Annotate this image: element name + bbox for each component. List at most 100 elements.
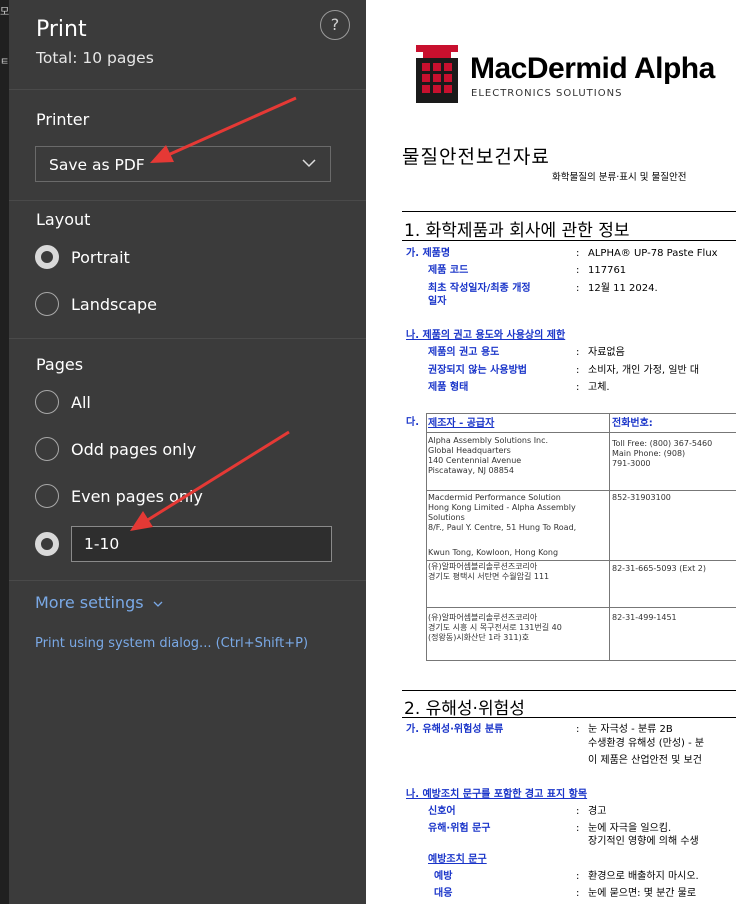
colon: :	[576, 888, 580, 899]
colon: :	[576, 724, 580, 735]
colon: :	[576, 283, 580, 294]
value-hazard-class: 수생환경 유해성 (만성) - 분	[588, 738, 705, 749]
label-prevention: 예방	[434, 871, 453, 882]
pages-section-label: Pages	[36, 355, 84, 374]
radio-unselected[interactable]	[35, 390, 59, 414]
brand-name: MacDermid Alpha	[470, 52, 715, 85]
pages-option-label: Even pages only	[71, 487, 203, 506]
more-settings-label: More settings	[35, 593, 144, 612]
value-non-recommended-use: 소비자, 개인 가정, 일반 대	[588, 365, 700, 376]
table-cell: (유)알파어셈블리솔루션즈코리아	[428, 562, 538, 571]
pages-option-label: Odd pages only	[71, 440, 197, 459]
value-date: 12월 11 2024.	[588, 283, 658, 294]
printer-select[interactable]: Save as PDF	[35, 146, 331, 182]
value-product-name: ALPHA® UP-78 Paste Flux	[588, 248, 718, 259]
table-header-phone: 전화번호:	[612, 418, 653, 429]
table-cell: 8/F., Paul Y. Centre, 51 Hung To Road,	[428, 523, 577, 532]
divider	[9, 580, 366, 581]
section-rule	[402, 211, 736, 212]
label-recommended-use: 제품의 권고 용도	[428, 347, 500, 358]
macdermid-logo-icon	[416, 45, 458, 103]
table-divider	[427, 432, 736, 433]
table-cell: 852-31903100	[612, 493, 671, 502]
label-recommended-use-heading: 나. 제품의 권고 용도와 사용상의 제한	[406, 330, 566, 341]
print-settings-panel: Print Total: 10 pages ? Printer Save as …	[9, 0, 366, 904]
help-button[interactable]: ?	[320, 10, 350, 40]
colon: :	[576, 248, 580, 259]
printer-section-label: Printer	[36, 110, 90, 129]
radio-unselected[interactable]	[35, 484, 59, 508]
divider	[9, 89, 366, 90]
table-divider	[427, 560, 736, 561]
chevron-down-icon	[302, 159, 316, 168]
section-rule	[402, 690, 736, 691]
radio-selected[interactable]	[35, 532, 59, 556]
colon: :	[576, 871, 580, 882]
layout-option-label: Landscape	[71, 295, 157, 314]
table-cell: Main Phone: (908)	[612, 449, 686, 458]
table-cell: Macdermid Performance Solution	[428, 493, 561, 502]
table-cell: 791-3000	[612, 459, 651, 468]
edge-glyph: ㅌ	[0, 57, 10, 68]
table-cell: Alpha Assembly Solutions Inc.	[428, 436, 549, 445]
colon: :	[576, 347, 580, 358]
label-date: 최초 작성일자/최종 개정	[428, 283, 531, 294]
system-dialog-link[interactable]: Print using system dialog... (Ctrl+Shift…	[35, 636, 308, 651]
document-title: 물질안전보건자료	[402, 146, 550, 168]
page-range-field[interactable]	[71, 526, 332, 562]
colon: :	[576, 823, 580, 834]
table-cell: Piscataway, NJ 08854	[428, 466, 514, 475]
label-precautionary: 예방조치 문구	[428, 854, 487, 865]
print-title: Print	[36, 17, 87, 42]
value-hazard-statement: 눈에 자극을 일으킴.	[588, 823, 672, 834]
label-response: 대응	[434, 888, 453, 899]
label-warning-heading: 나. 예방조치 문구를 포함한 경고 표지 항목	[406, 789, 588, 800]
page-range-input[interactable]	[84, 535, 314, 553]
more-settings-link[interactable]: More settings	[35, 593, 163, 612]
radio-unselected[interactable]	[35, 437, 59, 461]
value-prevention: 환경으로 배출하지 마시오.	[588, 871, 699, 882]
table-cell: Global Headquarters	[428, 446, 511, 455]
colon: :	[576, 365, 580, 376]
divider	[9, 200, 366, 201]
table-divider	[427, 490, 736, 491]
value-recommended-use: 자료없음	[588, 347, 625, 358]
value-product-form: 고체.	[588, 382, 610, 393]
edge-glyph: 모	[0, 7, 10, 18]
label-date-cont: 일자	[428, 296, 447, 307]
document-subtitle: 화학물질의 분류·표시 및 물질안전	[552, 172, 687, 183]
section-1-heading: 1. 화학제품과 회사에 관한 정보	[404, 221, 630, 241]
table-cell: (정왕동)시화산단 1라 311)호	[428, 633, 530, 642]
table-header-supplier: 제조자 - 공급자	[428, 418, 495, 429]
brand-subtitle: ELECTRONICS SOLUTIONS	[471, 88, 623, 99]
table-cell: 140 Centennial Avenue	[428, 456, 522, 465]
label-signal-word: 신호어	[428, 806, 456, 817]
value-hazard-class: 이 제품은 산업안전 및 보건	[588, 755, 702, 766]
value-hazard-class: 눈 자극성 - 분류 2B	[588, 724, 673, 735]
table-divider	[427, 607, 736, 608]
layout-option-label: Portrait	[71, 248, 130, 267]
section-rule	[402, 717, 736, 718]
colon: :	[576, 265, 580, 276]
table-cell: 경기도 평택시 서탄면 수월암길 111	[428, 572, 550, 581]
label-hazard-statement: 유해·위험 문구	[428, 823, 491, 834]
supplier-table: 제조자 - 공급자 전화번호: Alpha Assembly Solutions…	[426, 413, 736, 661]
print-preview-page[interactable]: MacDermid Alpha ELECTRONICS SOLUTIONS 물질…	[366, 0, 736, 904]
chevron-down-icon	[153, 601, 163, 607]
table-divider	[609, 414, 610, 660]
radio-selected[interactable]	[35, 245, 59, 269]
background-window-edge: 모 ㅌ	[0, 0, 9, 904]
section-rule	[402, 240, 736, 241]
label-non-recommended-use: 권장되지 않는 사용방법	[428, 365, 527, 376]
label-product-code: 제품 코드	[428, 265, 469, 276]
table-cell: 82-31-499-1451	[612, 613, 677, 622]
value-signal-word: 경고	[588, 806, 607, 817]
table-cell: (유)알파어셈블리솔루션즈코리아	[428, 613, 538, 622]
table-cell: Kwun Tong, Kowloon, Hong Kong	[428, 548, 559, 557]
radio-unselected[interactable]	[35, 292, 59, 316]
table-cell: 경기도 시흥 시 목구전서로 131번길 40	[428, 623, 562, 632]
value-product-code: 117761	[588, 265, 627, 276]
table-cell: Toll Free: (800) 367-5460	[612, 439, 713, 448]
colon: :	[576, 382, 580, 393]
label-manufacturer-prefix: 다.	[406, 417, 419, 428]
